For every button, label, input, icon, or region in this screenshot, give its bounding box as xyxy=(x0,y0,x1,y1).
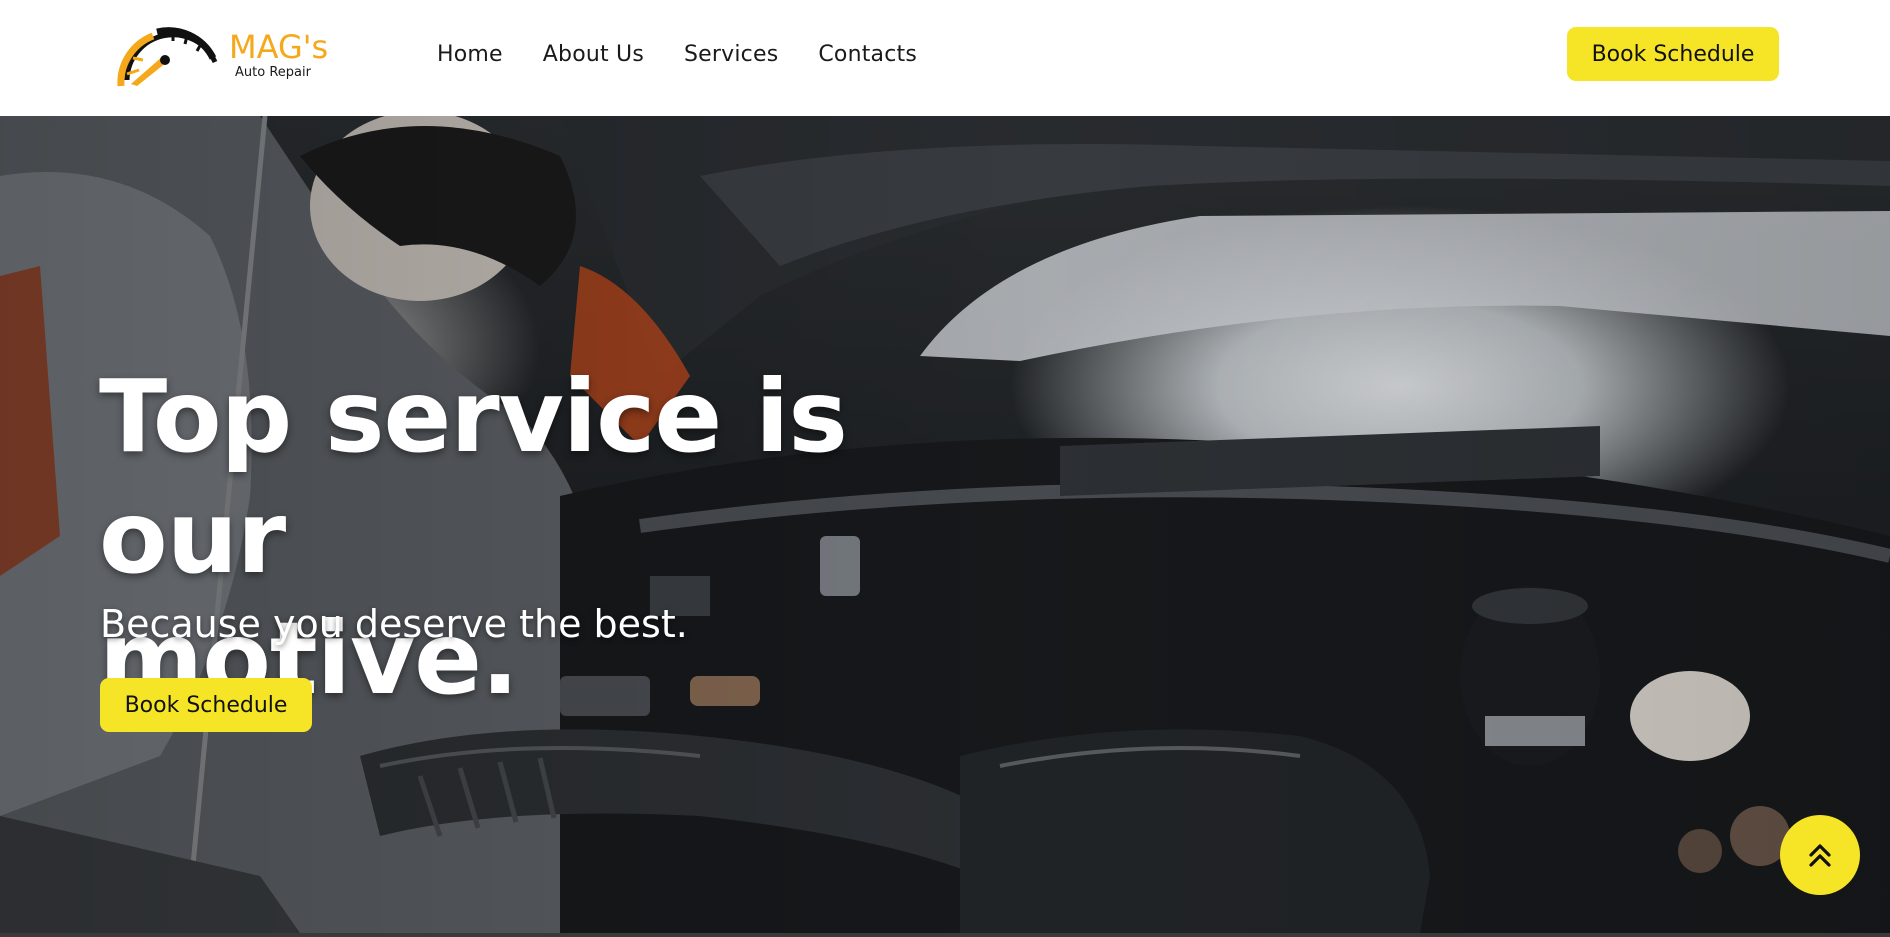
hero-title-line-1: Top service is our xyxy=(99,358,848,596)
hero-section: Top service is our motive. Because you d… xyxy=(0,116,1890,933)
nav-home-link[interactable]: Home xyxy=(437,42,503,67)
bottom-edge xyxy=(0,933,1890,937)
logo-name: MAG's xyxy=(229,28,329,66)
header-book-schedule-button[interactable]: Book Schedule xyxy=(1567,27,1779,81)
hero-title: Top service is our motive. xyxy=(99,356,1059,719)
nav-contacts-link[interactable]: Contacts xyxy=(818,42,917,67)
speedometer-icon xyxy=(117,27,218,87)
hero-book-schedule-button[interactable]: Book Schedule xyxy=(100,678,312,732)
nav-about-us-link[interactable]: About Us xyxy=(543,42,644,67)
logo-subtitle: Auto Repair xyxy=(235,65,311,80)
main-nav: Home About Us Services Contacts xyxy=(437,36,917,72)
double-chevron-up-icon xyxy=(1809,844,1831,867)
nav-services-link[interactable]: Services xyxy=(684,42,778,67)
logo-text: MAG's Auto Repair xyxy=(229,31,328,79)
logo[interactable]: MAG's Auto Repair xyxy=(117,20,347,90)
site-header: MAG's Auto Repair Home About Us Services… xyxy=(0,0,1890,116)
hero-subtitle: Because you deserve the best. xyxy=(100,602,688,646)
scroll-to-top-button[interactable] xyxy=(1780,815,1860,895)
